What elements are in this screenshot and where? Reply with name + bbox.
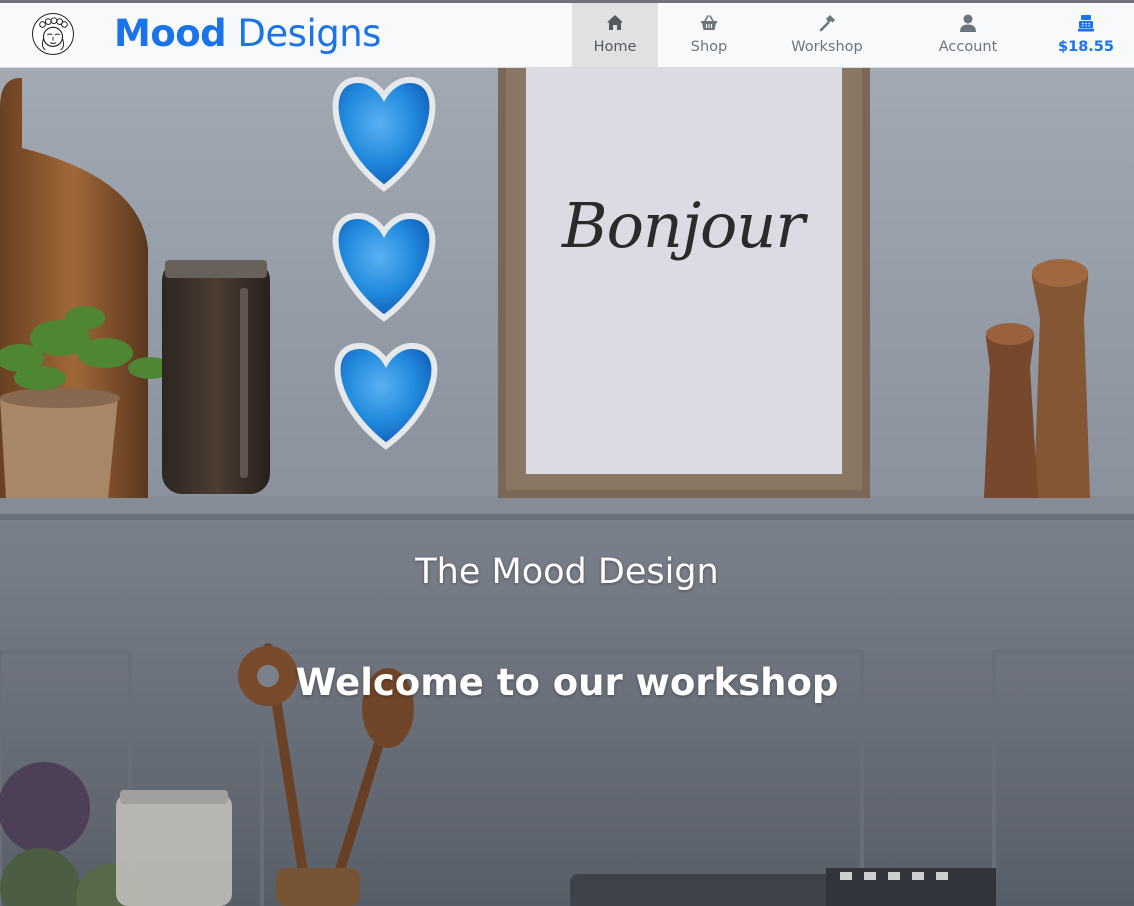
nav-item-label: Shop <box>690 39 728 55</box>
cash-register-icon <box>1076 13 1096 33</box>
face-logo-icon[interactable] <box>32 13 74 55</box>
nav-item-label: Home <box>593 39 637 55</box>
basket-icon <box>699 13 719 33</box>
hero-banner: Bonjour The Mood Design Welcome to our w… <box>0 68 1134 906</box>
brand-title[interactable]: Mood Designs <box>114 11 381 57</box>
cart-total-label: $18.55 <box>1058 39 1114 55</box>
frame-artwork-text: Bonjour <box>562 189 805 262</box>
hero-subtitle: Welcome to our workshop <box>295 661 839 704</box>
user-icon <box>958 13 978 33</box>
nav-item-workshop[interactable]: Workshop <box>772 3 882 67</box>
brand-name-bold: Mood <box>114 12 227 55</box>
nav-item-account[interactable]: Account <box>924 3 1012 67</box>
nav-item-home[interactable]: Home <box>572 3 658 67</box>
brand-name-rest: Designs <box>237 12 381 55</box>
nav-cart-total[interactable]: $18.55 <box>1048 3 1124 67</box>
hammer-icon <box>817 13 837 33</box>
hero-title: The Mood Design <box>415 552 719 592</box>
nav-item-label: Workshop <box>791 39 863 55</box>
nav-item-shop[interactable]: Shop <box>664 3 754 67</box>
home-icon <box>605 13 625 33</box>
navbar: Mood Designs Home Shop Workshop Account … <box>0 3 1134 68</box>
nav-item-label: Account <box>938 39 998 55</box>
